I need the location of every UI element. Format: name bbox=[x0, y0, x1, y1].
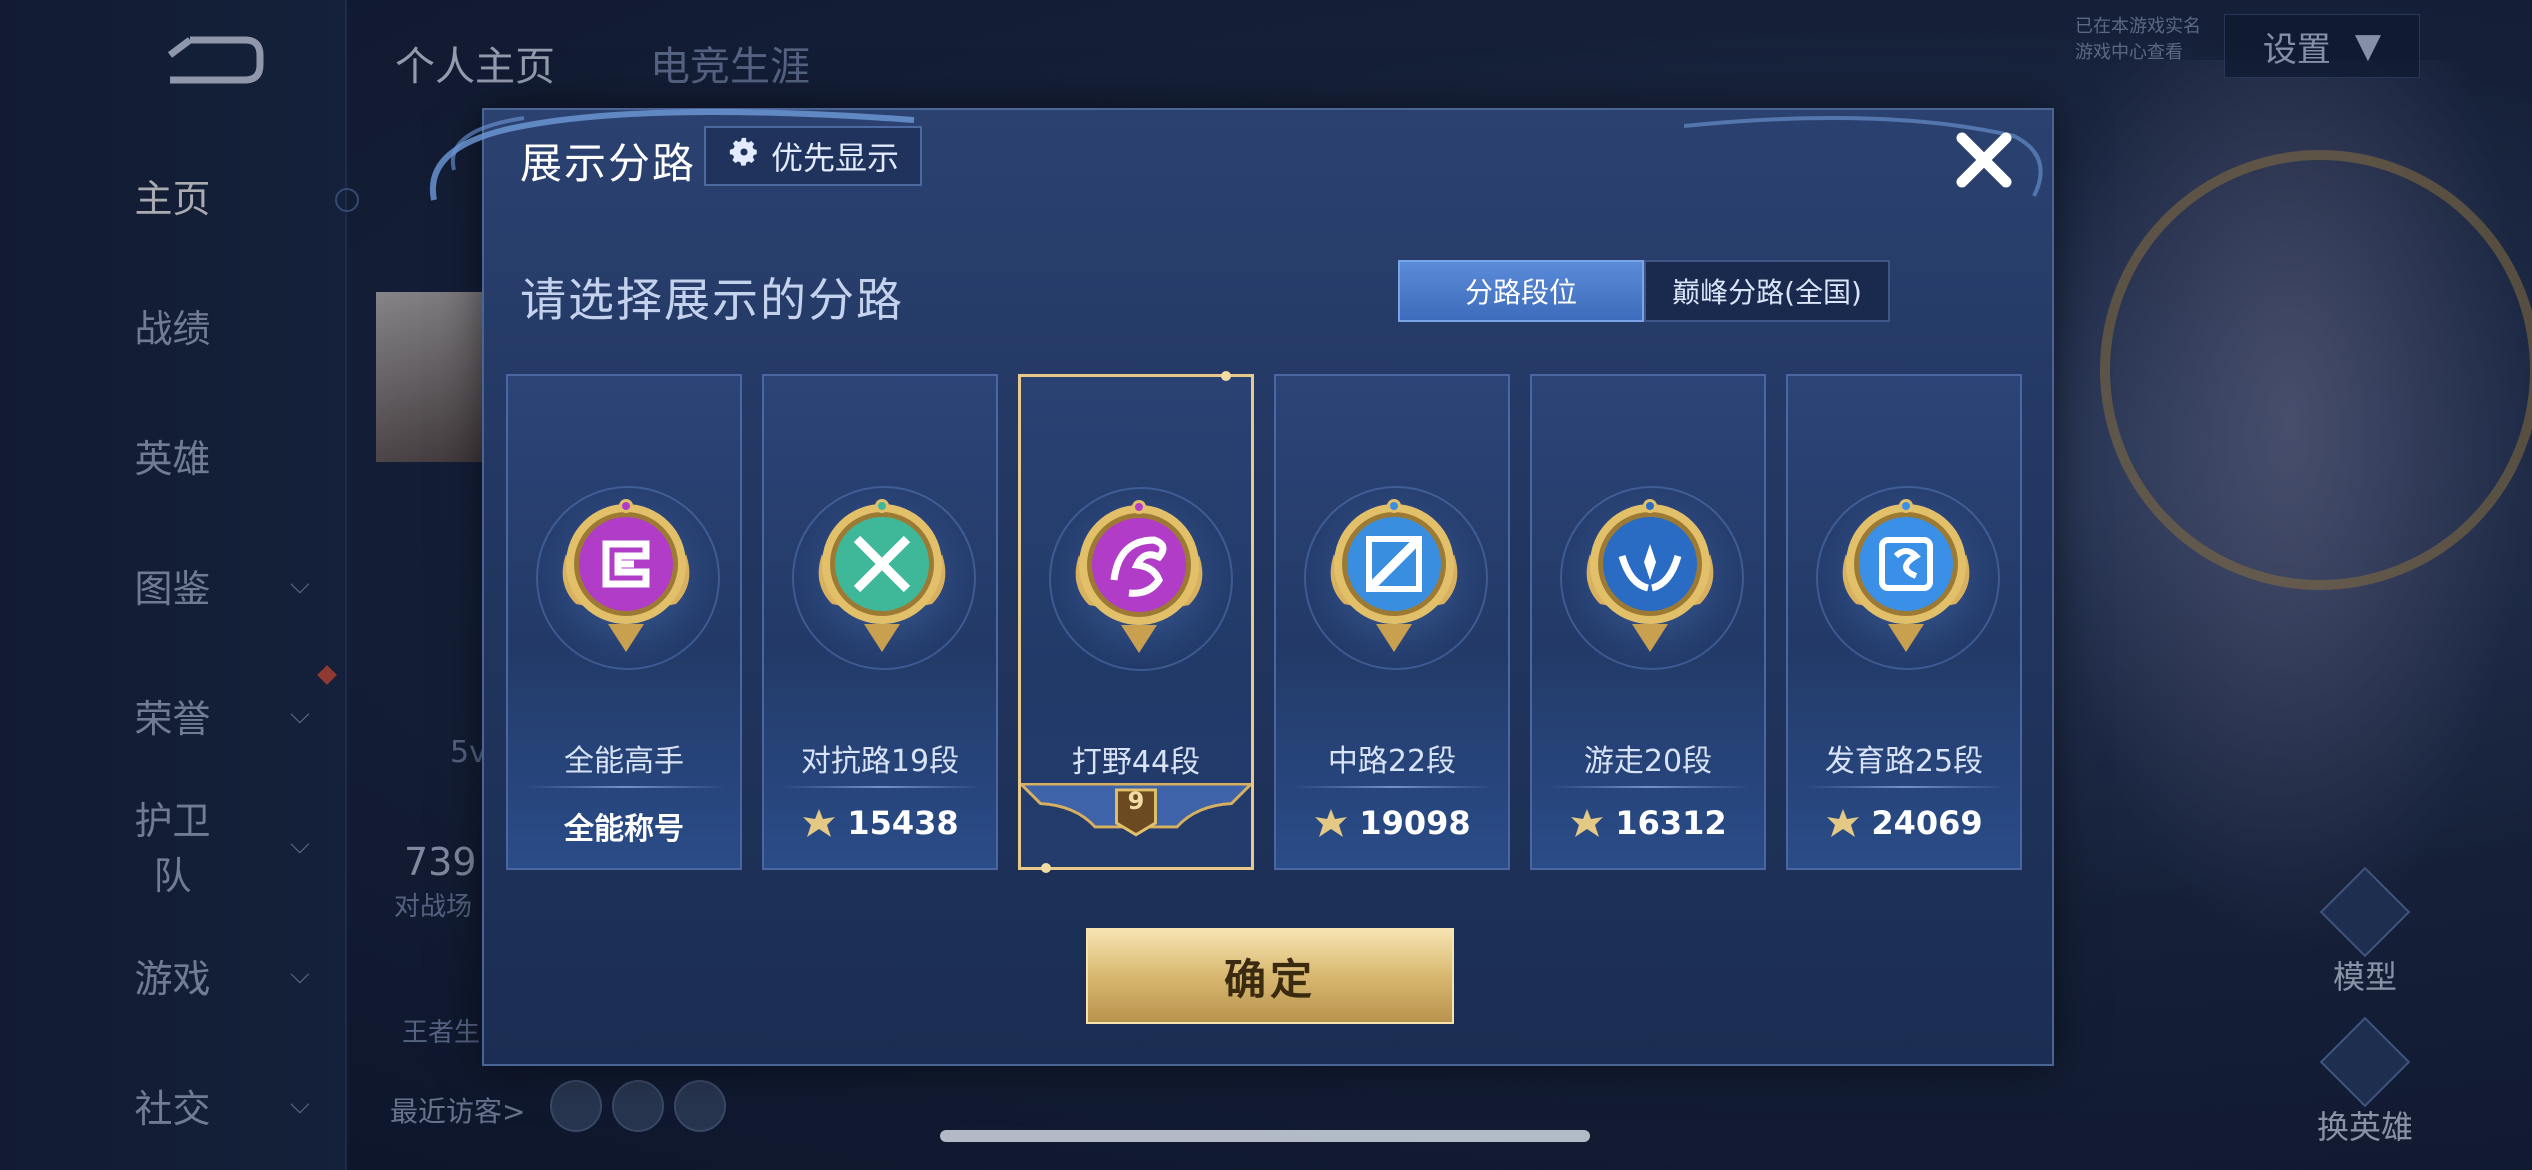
lane-card-value: 全能称号 bbox=[564, 812, 684, 847]
card-divider bbox=[1550, 786, 1750, 788]
all-round-emblem-icon bbox=[562, 499, 690, 652]
lane-display-dialog: 展示分路 优先显示 请选择展示的分路 分路段位 巅峰分路(全国) 全能高手全能称… bbox=[429, 108, 2054, 1066]
lane-card-name: 对抗路19段 bbox=[800, 744, 960, 779]
lane-card-clash-lane[interactable]: 对抗路19段 15438 bbox=[762, 374, 998, 870]
combat-power-icon bbox=[1571, 809, 1604, 837]
lane-card-score: 全能称号 bbox=[508, 804, 740, 848]
card-divider bbox=[526, 786, 726, 788]
lane-card-name: 全能高手 bbox=[564, 744, 684, 779]
mid-lane-emblem-icon bbox=[1330, 499, 1458, 652]
close-icon[interactable] bbox=[1944, 120, 2024, 200]
dialog-title: 展示分路 bbox=[520, 139, 697, 188]
selection-corner-dot bbox=[1041, 863, 1051, 873]
lane-card-jungle[interactable]: 打野44段 9 bbox=[1018, 371, 1254, 873]
lane-card-name: 打野44段 bbox=[1071, 745, 1201, 780]
lane-card-name: 发育路25段 bbox=[1824, 744, 1984, 779]
selection-corner-dot bbox=[1221, 371, 1231, 381]
lane-card-farm-lane[interactable]: 发育路25段 24069 bbox=[1786, 374, 2022, 870]
farm-lane-emblem-icon bbox=[1842, 499, 1970, 652]
lane-card-name: 游走20段 bbox=[1583, 744, 1713, 779]
lane-card-roam[interactable]: 游走20段 16312 bbox=[1530, 374, 1766, 870]
combat-power-icon bbox=[1827, 809, 1860, 837]
home-indicator[interactable] bbox=[940, 1130, 1590, 1142]
card-divider bbox=[1806, 786, 2006, 788]
roam-emblem-icon bbox=[1586, 499, 1714, 652]
lane-card-value: 19098 bbox=[1359, 804, 1471, 842]
lane-card-score: 15438 bbox=[764, 804, 996, 842]
priority-display-label: 优先显示 bbox=[770, 139, 899, 177]
select-lane-prompt: 请选择展示的分路 bbox=[520, 273, 904, 327]
lane-card-score: 16312 bbox=[1532, 804, 1764, 842]
card-divider bbox=[1294, 786, 1494, 788]
jungle-emblem-icon bbox=[1075, 500, 1203, 653]
card-divider bbox=[782, 786, 982, 788]
confirm-button[interactable]: 确定 bbox=[1086, 928, 1454, 1024]
lane-card-list: 全能高手 全能称号 对抗路19段 15438 打野44段 9 中路22段 19098 游走20段… bbox=[506, 371, 2036, 874]
lane-card-all-round[interactable]: 全能高手 全能称号 bbox=[506, 374, 742, 870]
lane-card-value: 24069 bbox=[1871, 804, 1983, 842]
lane-card-value: 15438 bbox=[847, 804, 959, 842]
lane-card-score: 19098 bbox=[1276, 804, 1508, 842]
tab-peak-lane[interactable]: 巅峰分路(全国) bbox=[1644, 260, 1890, 322]
tab-lane-rank[interactable]: 分路段位 bbox=[1398, 260, 1644, 322]
gear-icon bbox=[727, 135, 761, 177]
lane-card-score: 24069 bbox=[1788, 804, 2020, 842]
lane-card-name: 中路22段 bbox=[1327, 744, 1457, 779]
lane-segment-control: 分路段位 巅峰分路(全国) bbox=[1398, 260, 1890, 322]
combat-power-icon bbox=[1315, 809, 1348, 837]
lane-card-mid-lane[interactable]: 中路22段 19098 bbox=[1274, 374, 1510, 870]
rank-star-count: 9 bbox=[1127, 787, 1145, 815]
priority-display-button[interactable]: 优先显示 bbox=[704, 126, 922, 186]
lane-card-value: 16312 bbox=[1615, 804, 1727, 842]
combat-power-icon bbox=[803, 809, 836, 837]
clash-lane-emblem-icon bbox=[818, 499, 946, 652]
